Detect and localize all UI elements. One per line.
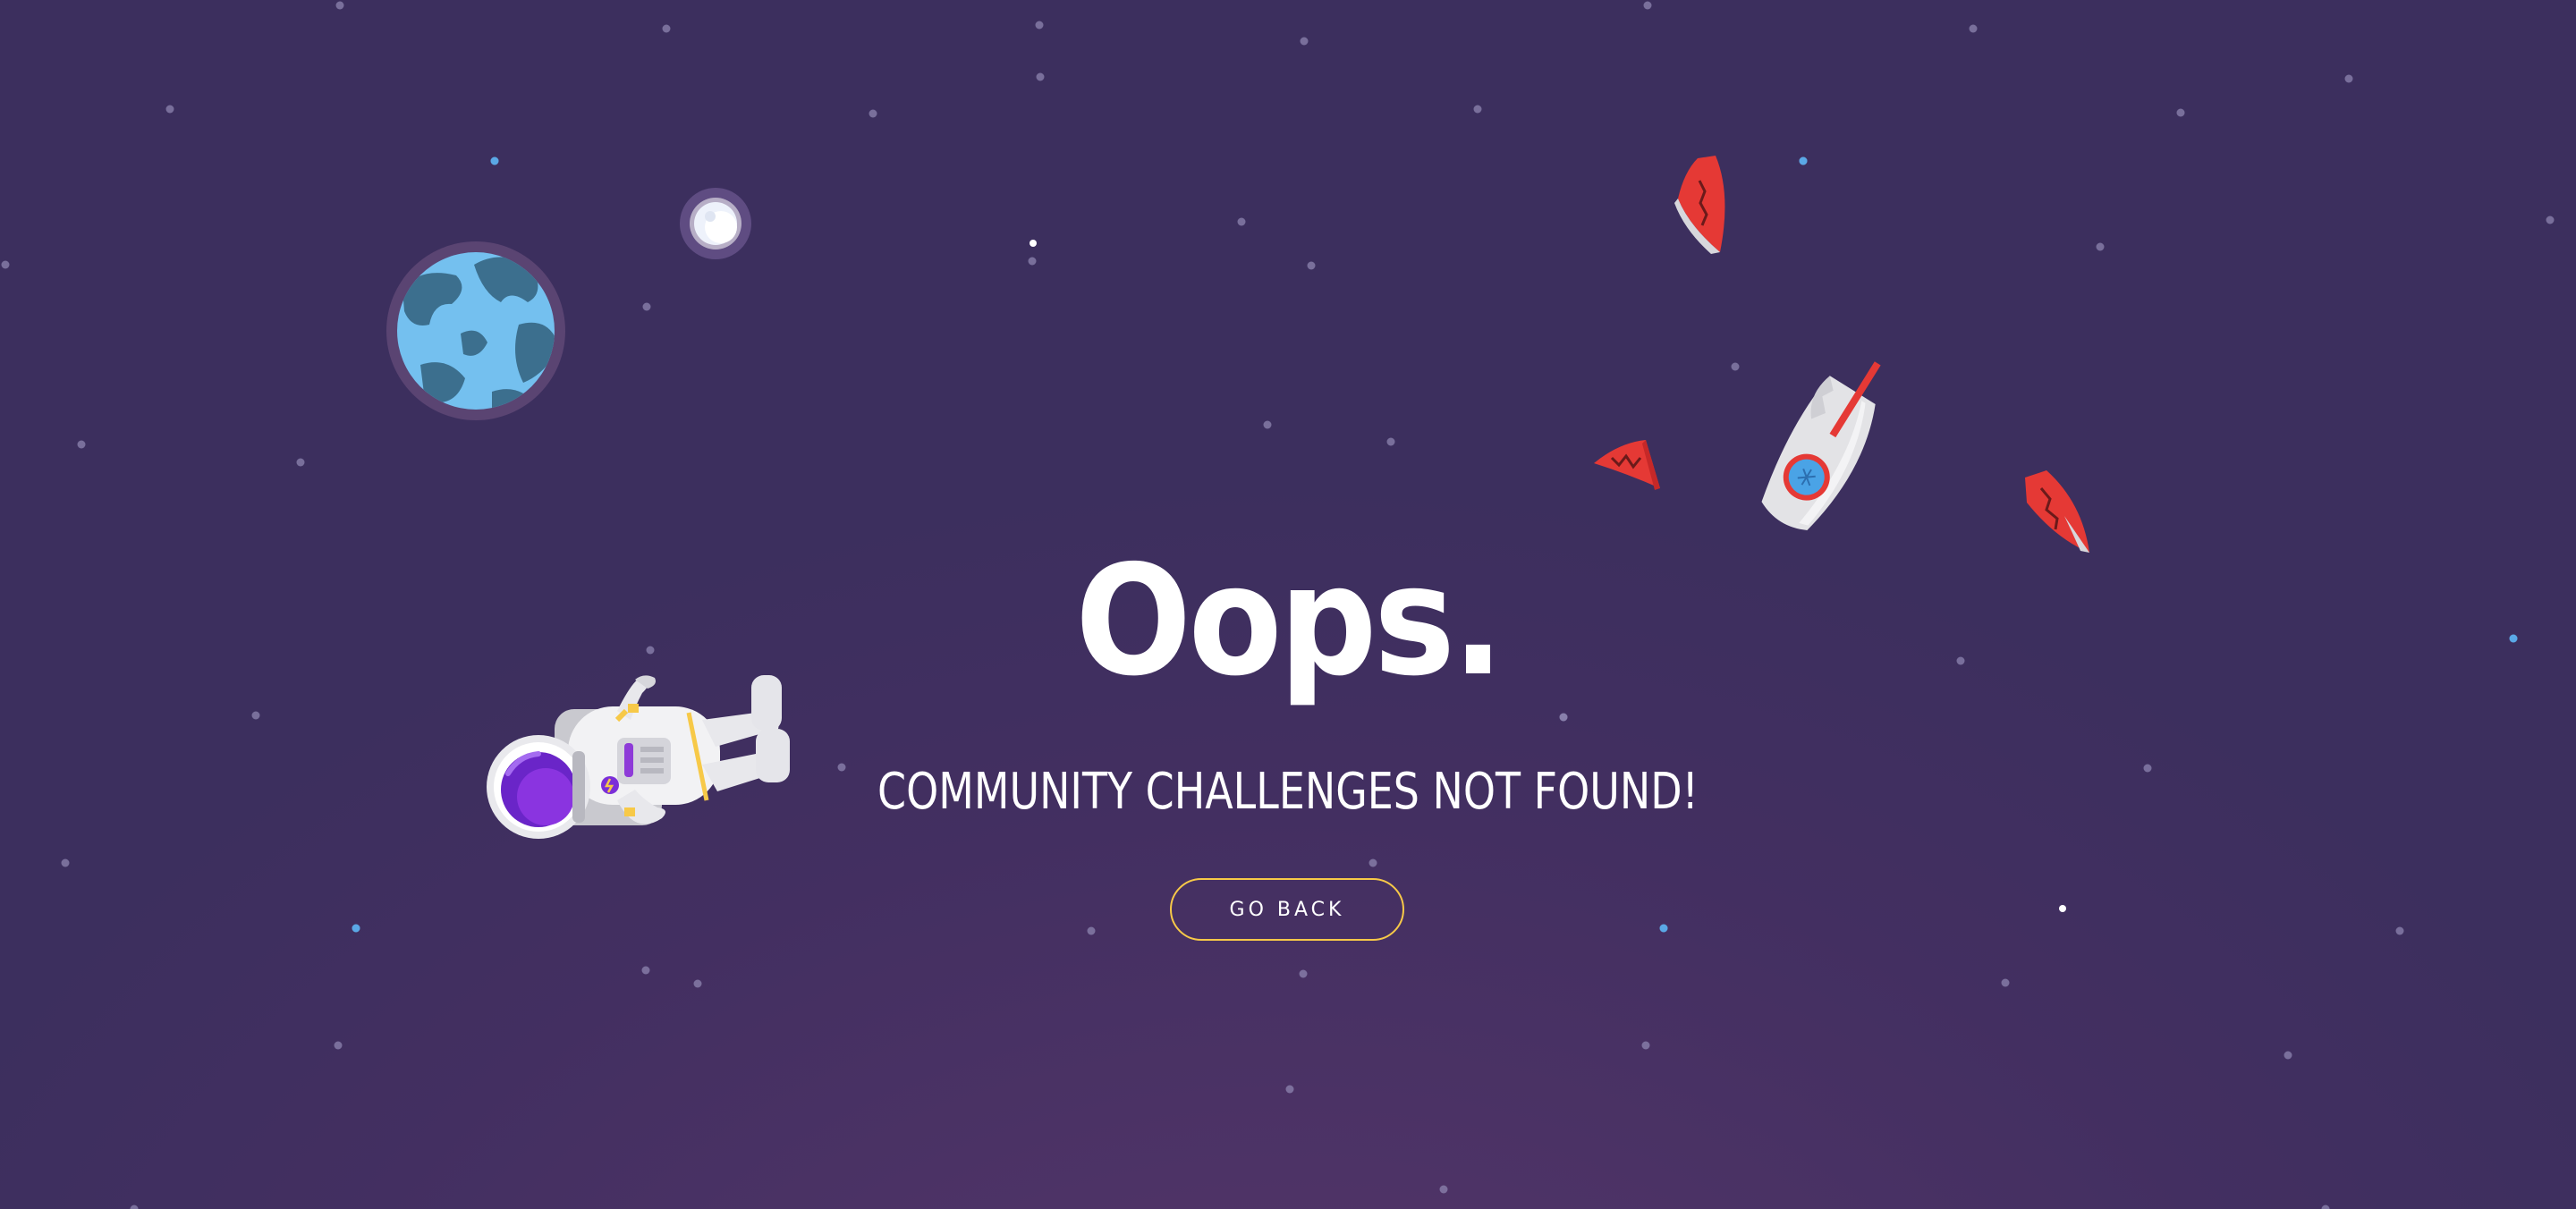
star: [1659, 924, 1668, 933]
star: [352, 924, 360, 933]
star: [1473, 105, 1482, 114]
star: [2176, 108, 2185, 117]
star: [1036, 72, 1045, 81]
star: [2001, 978, 2010, 987]
earth-planet-icon: [386, 241, 565, 420]
star: [869, 109, 877, 118]
star: [1641, 1041, 1650, 1050]
star: [1643, 1, 1652, 10]
star: [2059, 905, 2066, 912]
star: [335, 1, 344, 10]
star: [1285, 1085, 1294, 1094]
star: [1559, 713, 1568, 722]
star: [1, 260, 10, 269]
star: [1299, 969, 1308, 978]
rocket-debris-icon: [2025, 470, 2089, 553]
error-message: COMMUNITY CHALLENGES NOT FOUND!: [877, 763, 1699, 821]
star: [1386, 437, 1395, 446]
star: [2321, 1205, 2330, 1209]
star: [130, 1205, 139, 1209]
star: [1087, 926, 1096, 935]
page-title: Oops.: [1075, 533, 1504, 710]
star: [1799, 156, 1808, 165]
star: [2546, 216, 2555, 224]
star: [1030, 240, 1037, 247]
star: [662, 24, 671, 33]
star: [490, 156, 499, 165]
star: [642, 302, 651, 311]
star: [1237, 217, 1246, 226]
go-back-button[interactable]: GO BACK: [1170, 878, 1404, 941]
star: [1307, 261, 1316, 270]
star: [1028, 257, 1037, 266]
star: [2344, 74, 2353, 83]
star: [165, 105, 174, 114]
star: [1035, 21, 1044, 30]
star: [2509, 634, 2518, 643]
star: [1368, 858, 1377, 867]
star: [2395, 926, 2404, 935]
star: [1969, 24, 1978, 33]
moon-icon: [680, 188, 751, 259]
star: [1731, 362, 1740, 371]
star: [2284, 1051, 2292, 1060]
star: [2096, 242, 2105, 251]
star: [641, 966, 650, 975]
broken-rocket-icon: [1761, 361, 1881, 530]
rocket-debris-icon: [1594, 440, 1660, 490]
star: [61, 858, 70, 867]
star: [77, 440, 86, 449]
star: [1300, 37, 1309, 46]
star: [251, 711, 260, 720]
star: [693, 979, 702, 988]
star: [1439, 1185, 1448, 1194]
star: [1263, 420, 1272, 429]
rocket-debris-icon: [1674, 156, 1725, 254]
star: [296, 458, 305, 467]
star: [334, 1041, 343, 1050]
